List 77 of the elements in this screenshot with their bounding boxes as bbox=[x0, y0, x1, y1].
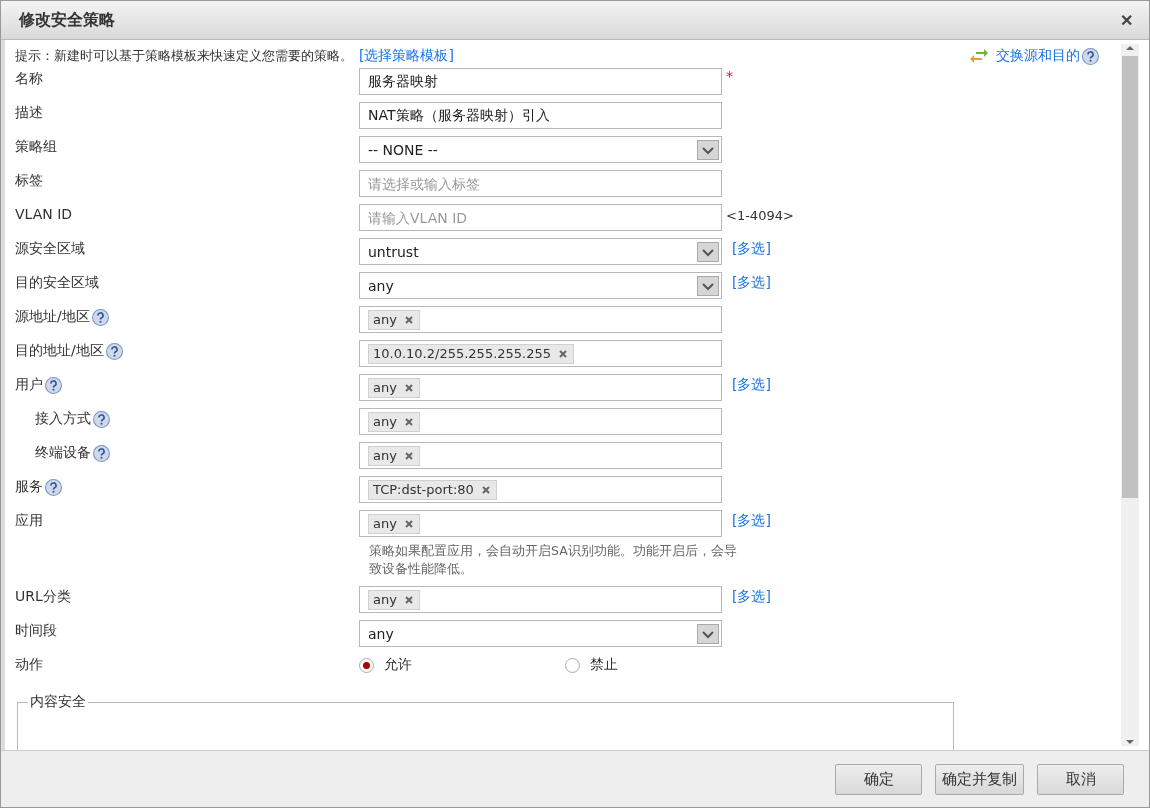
note-text: 策略如果配置应用，会自动开启SA识别功能。功能开启后，会导致设备性能降低。 bbox=[369, 542, 738, 578]
multi-select-link[interactable]: [多选] bbox=[732, 374, 771, 394]
field-label: 名称 bbox=[15, 70, 43, 88]
input-field[interactable]: 请输入VLAN ID bbox=[359, 204, 722, 231]
caret-icon bbox=[697, 139, 719, 160]
dropdown-field[interactable]: untrust bbox=[359, 238, 722, 265]
field-label: 动作 bbox=[15, 656, 43, 674]
tag-field[interactable]: any bbox=[359, 586, 722, 613]
field-label: 描述 bbox=[15, 104, 43, 122]
tag-field[interactable]: any bbox=[359, 374, 722, 401]
remove-icon[interactable] bbox=[404, 519, 413, 528]
tag-field[interactable]: TCP:dst-port:80 bbox=[359, 476, 722, 503]
dialog-button[interactable]: 确定 bbox=[835, 763, 922, 795]
close-button[interactable]: ✕ bbox=[1120, 10, 1133, 30]
field-label: 策略组 bbox=[15, 138, 57, 156]
multi-select-link[interactable]: [多选] bbox=[732, 238, 771, 258]
tag-text: any bbox=[373, 590, 397, 609]
multi-select-link[interactable]: [多选] bbox=[732, 586, 771, 606]
scroll-up-icon[interactable] bbox=[1125, 44, 1135, 52]
remove-icon[interactable] bbox=[404, 595, 413, 604]
tag-field[interactable]: any bbox=[359, 442, 722, 469]
caret-icon bbox=[697, 241, 719, 262]
template-link[interactable]: [选择策略模板] bbox=[359, 47, 454, 65]
field-label: 终端设备 bbox=[35, 444, 91, 462]
field-label: VLAN ID bbox=[15, 206, 73, 222]
field-label: URL分类 bbox=[15, 588, 71, 606]
input-field[interactable]: 请选择或输入标签 bbox=[359, 170, 722, 197]
radio-label: 禁止 bbox=[590, 656, 618, 674]
remove-icon[interactable] bbox=[404, 383, 413, 392]
remove-icon[interactable] bbox=[559, 349, 568, 358]
caret-icon bbox=[697, 275, 719, 296]
tag-field[interactable]: 10.0.10.2/255.255.255.255 bbox=[359, 340, 722, 367]
input-field[interactable]: 服务器映射 bbox=[359, 68, 722, 95]
scroll-down-icon[interactable] bbox=[1125, 738, 1135, 746]
remove-icon[interactable] bbox=[481, 485, 490, 494]
scrollbar[interactable] bbox=[1121, 44, 1139, 746]
hint-text: 提示：新建时可以基于策略模板来快速定义您需要的策略。 bbox=[15, 47, 353, 65]
field-label: 标签 bbox=[15, 172, 43, 190]
field-label: 应用 bbox=[15, 512, 43, 530]
window-title: 修改安全策略 bbox=[19, 9, 116, 31]
dropdown-field[interactable]: -- NONE -- bbox=[359, 136, 722, 163]
tag-text: 10.0.10.2/255.255.255.255 bbox=[373, 344, 552, 363]
tag-text: TCP:dst-port:80 bbox=[373, 480, 474, 499]
field-label: 源安全区域 bbox=[15, 240, 85, 258]
tag-field[interactable]: any bbox=[359, 306, 722, 333]
field-label: 源地址/地区 bbox=[15, 308, 90, 326]
radio-label: 允许 bbox=[384, 656, 412, 674]
tag-text: any bbox=[373, 514, 397, 533]
tag-text: any bbox=[373, 412, 397, 431]
dropdown-field[interactable]: any bbox=[359, 620, 722, 647]
field-label: 目的地址/地区 bbox=[15, 342, 104, 360]
range-hint: <1-4094> bbox=[726, 207, 794, 223]
tag-text: any bbox=[373, 310, 397, 329]
tag-text: any bbox=[373, 378, 397, 397]
field-label: 时间段 bbox=[15, 622, 57, 640]
required-mark: * bbox=[726, 68, 733, 84]
help-icon bbox=[1082, 47, 1099, 65]
caret-icon bbox=[697, 623, 719, 644]
remove-icon[interactable] bbox=[404, 315, 413, 324]
dropdown-field[interactable]: any bbox=[359, 272, 722, 299]
remove-icon[interactable] bbox=[404, 417, 413, 426]
section-legend: 内容安全 bbox=[28, 693, 88, 711]
multi-select-link[interactable]: [多选] bbox=[732, 510, 771, 530]
tag-text: any bbox=[373, 446, 397, 465]
multi-select-link[interactable]: [多选] bbox=[732, 272, 771, 292]
field-label: 用户 bbox=[15, 376, 43, 394]
input-field[interactable]: NAT策略（服务器映射）引入 bbox=[359, 102, 722, 129]
field-label: 接入方式 bbox=[35, 410, 91, 428]
swap-arrows-icon bbox=[970, 49, 988, 63]
dialog-button[interactable]: 取消 bbox=[1037, 763, 1124, 795]
field-label: 服务 bbox=[15, 478, 43, 496]
tag-field[interactable]: any bbox=[359, 408, 722, 435]
remove-icon[interactable] bbox=[404, 451, 413, 460]
tag-field[interactable]: any bbox=[359, 510, 722, 537]
field-label: 目的安全区域 bbox=[15, 274, 99, 292]
swap-link[interactable]: 交换源和目的 bbox=[996, 47, 1080, 65]
dialog-button[interactable]: 确定并复制 bbox=[935, 763, 1024, 795]
